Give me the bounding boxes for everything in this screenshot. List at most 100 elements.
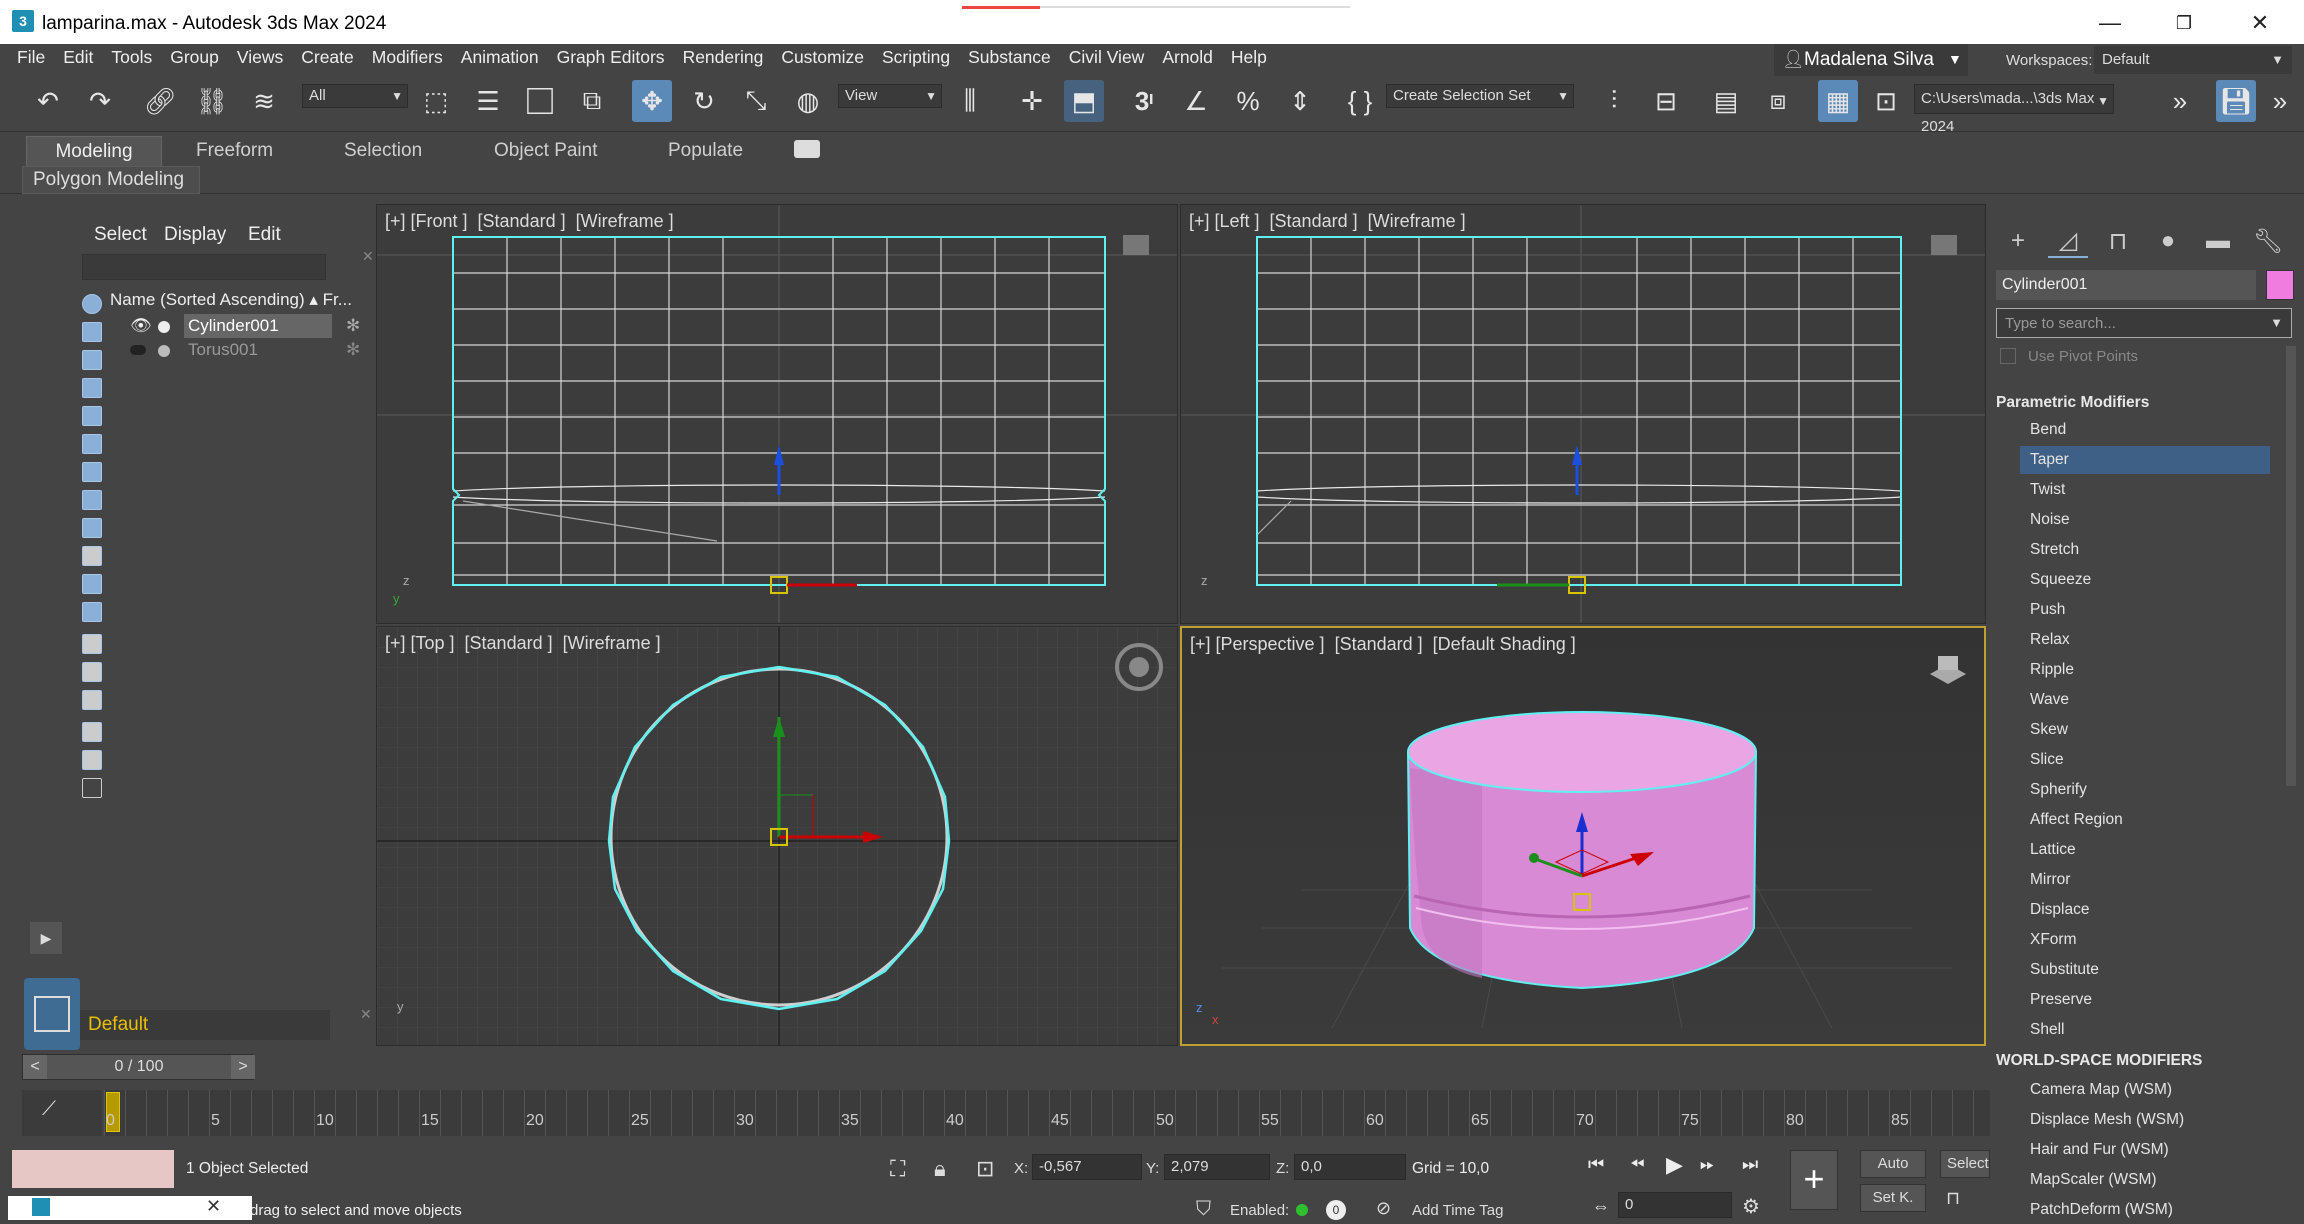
modifier-taper[interactable]: Taper <box>2020 446 2270 474</box>
select-and-place-icon[interactable]: ◍ <box>788 80 828 122</box>
menu-item-edit[interactable]: Edit <box>54 44 102 70</box>
hidden-filter-icon[interactable] <box>82 602 102 622</box>
selection-set-icon[interactable] <box>82 778 102 798</box>
scene-explorer-toggle-icon[interactable]: ▤ <box>1706 80 1746 122</box>
invert-display-icon[interactable] <box>82 690 102 710</box>
go-to-start-icon[interactable]: ⏮ <box>1588 1154 1604 1175</box>
modifier-affect-region[interactable]: Affect Region <box>2020 806 2270 834</box>
close-icon[interactable]: ✕ <box>206 1196 221 1217</box>
add-time-tag[interactable]: Add Time Tag <box>1412 1202 1503 1219</box>
named-selection-set-dropdown[interactable]: Create Selection Set ▼ <box>1386 84 1574 108</box>
visibility-eye-icon[interactable]: 👁︎ <box>130 314 152 338</box>
modifier-preserve[interactable]: Preserve <box>2020 986 2270 1014</box>
set-key-button[interactable]: Set K. <box>1860 1184 1926 1212</box>
cameras-filter-icon[interactable] <box>82 378 102 398</box>
modifier-search-input[interactable]: Type to search... ▼ <box>1996 308 2292 338</box>
modifier-relax[interactable]: Relax <box>2020 626 2270 654</box>
menu-item-rendering[interactable]: Rendering <box>674 44 773 70</box>
xrefs-filter-icon[interactable] <box>82 490 102 510</box>
use-pivot-checkbox[interactable] <box>2000 348 2016 364</box>
modifier-mirror[interactable]: Mirror <box>2020 866 2270 894</box>
unlink-icon[interactable]: ⛓︎ <box>192 80 232 122</box>
explorer-tab-select[interactable]: Select <box>94 224 147 246</box>
modifier-stretch[interactable]: Stretch <box>2020 536 2270 564</box>
display-all-icon[interactable] <box>82 634 102 654</box>
rectangular-selection-icon[interactable]: ⬜︎ <box>520 80 560 122</box>
edit-named-selections-icon[interactable]: { } <box>1340 80 1380 122</box>
modifier-lattice[interactable]: Lattice <box>2020 836 2270 864</box>
select-by-name-icon[interactable]: ☰ <box>468 80 508 122</box>
layer-explorer-icon[interactable]: ⧈ <box>1758 80 1798 122</box>
link-icon[interactable]: 🔗︎ <box>140 80 180 122</box>
close-button[interactable]: ✕ <box>2240 10 2280 36</box>
close-icon[interactable]: ✕ <box>360 1006 372 1023</box>
modifier-twist[interactable]: Twist <box>2020 476 2270 504</box>
y-coordinate-field[interactable]: 2,079 <box>1164 1154 1270 1180</box>
viewport-front[interactable]: z y [+] [Front ] [Standard ] [Wireframe … <box>376 204 1178 624</box>
motion-tab-icon[interactable]: ● <box>2148 224 2188 258</box>
taskbar-thumbnail[interactable]: ✕ <box>8 1196 252 1220</box>
select-and-scale-icon[interactable]: ⤡ <box>736 80 776 122</box>
snaps-toggle-icon[interactable]: 3ᶥ <box>1124 80 1164 122</box>
next-frame-icon[interactable]: ⏩︎ <box>1700 1154 1714 1175</box>
modifier-noise[interactable]: Noise <box>2020 506 2270 534</box>
menu-item-customize[interactable]: Customize <box>772 44 873 70</box>
menu-item-create[interactable]: Create <box>292 44 363 70</box>
bones-filter-icon[interactable] <box>82 518 102 538</box>
menu-item-graph-editors[interactable]: Graph Editors <box>548 44 674 70</box>
time-tag-icon[interactable]: ⊘ <box>1376 1198 1391 1219</box>
modifier-squeeze[interactable]: Squeeze <box>2020 566 2270 594</box>
modifier-slice[interactable]: Slice <box>2020 746 2270 774</box>
isolate-selection-icon[interactable]: ⛶ <box>890 1156 905 1182</box>
save-file-icon[interactable]: 💾︎ <box>2216 80 2256 122</box>
explorer-column-header[interactable]: Name (Sorted Ascending) ▴ Fr... <box>110 290 352 310</box>
display-tab-icon[interactable]: ▬ <box>2198 224 2238 258</box>
explorer-row-torus[interactable]: Torus001 ✻ <box>110 338 374 362</box>
toolbar-overflow-chevron[interactable]: » <box>2260 80 2300 122</box>
shapes-filter-icon[interactable] <box>82 322 102 342</box>
selection-filter-dropdown[interactable]: All ▼ <box>302 84 408 108</box>
helpers-filter-icon[interactable] <box>82 406 102 426</box>
menu-item-scripting[interactable]: Scripting <box>873 44 959 70</box>
geometry-filter-icon[interactable] <box>82 294 102 314</box>
time-next-button[interactable]: > <box>231 1055 255 1079</box>
redo-icon[interactable]: ↷ <box>80 80 120 122</box>
ribbon-tab-freeform[interactable]: Freeform <box>180 136 289 166</box>
wsm-modifier-item[interactable]: Displace Mesh (WSM) <box>2020 1106 2270 1134</box>
viewport-perspective-label[interactable]: [+] [Perspective ] [Standard ] [Default … <box>1190 634 1576 655</box>
wsm-modifier-item[interactable]: Camera Map (WSM) <box>2020 1076 2270 1104</box>
ribbon-tab-object-paint[interactable]: Object Paint <box>478 136 614 166</box>
modifier-skew[interactable]: Skew <box>2020 716 2270 744</box>
parametric-modifiers-heading[interactable]: Parametric Modifiers <box>1996 394 2149 412</box>
select-manipulate-icon[interactable]: ✛ <box>1012 80 1052 122</box>
utilities-tab-icon[interactable]: 🔧︎ <box>2248 224 2288 258</box>
explorer-tab-display[interactable]: Display <box>164 224 226 246</box>
viewport-front-label[interactable]: [+] [Front ] [Standard ] [Wireframe ] <box>385 211 674 232</box>
menu-item-substance[interactable]: Substance <box>959 44 1060 70</box>
select-and-rotate-icon[interactable]: ↻ <box>684 80 724 122</box>
project-path-dropdown[interactable]: C:\Users\mada...\3ds Max 2024 ▼ <box>1914 84 2114 135</box>
menu-item-modifiers[interactable]: Modifiers <box>363 44 452 70</box>
key-filter-dropdown[interactable]: Selecte <box>1940 1150 1990 1178</box>
align-icon[interactable]: ⊟ <box>1646 80 1686 122</box>
window-crossing-icon[interactable]: ⧉ <box>572 80 612 122</box>
maxscript-listener[interactable] <box>12 1150 174 1188</box>
curve-editor-mini-icon[interactable]: ⟋ <box>22 1090 102 1136</box>
explorer-search-input[interactable] <box>82 254 326 280</box>
key-filters-icon[interactable]: ⊓ <box>1946 1188 1960 1209</box>
auto-key-button[interactable]: Auto <box>1860 1150 1926 1178</box>
wsm-modifier-item[interactable]: MapScaler (WSM) <box>2020 1166 2270 1194</box>
ribbon-tab-populate[interactable]: Populate <box>652 136 759 166</box>
ribbon-options-icon[interactable] <box>794 140 820 158</box>
ribbon-tab-selection[interactable]: Selection <box>328 136 438 166</box>
menu-item-tools[interactable]: Tools <box>102 44 161 70</box>
bind-spacewarp-icon[interactable]: ≋ <box>244 80 284 122</box>
ribbon-toggle-icon[interactable]: ▦ <box>1818 80 1858 122</box>
menu-item-group[interactable]: Group <box>161 44 228 70</box>
explorer-row-cylinder[interactable]: 👁︎ Cylinder001 ✻ <box>110 314 374 338</box>
select-object-icon[interactable]: ⬚ <box>416 80 456 122</box>
restore-button[interactable]: ❐ <box>2164 10 2204 36</box>
play-icon[interactable]: ▶ <box>1666 1152 1683 1178</box>
menu-item-arnold[interactable]: Arnold <box>1153 44 1222 70</box>
explorer-tab-edit[interactable]: Edit <box>248 224 281 246</box>
